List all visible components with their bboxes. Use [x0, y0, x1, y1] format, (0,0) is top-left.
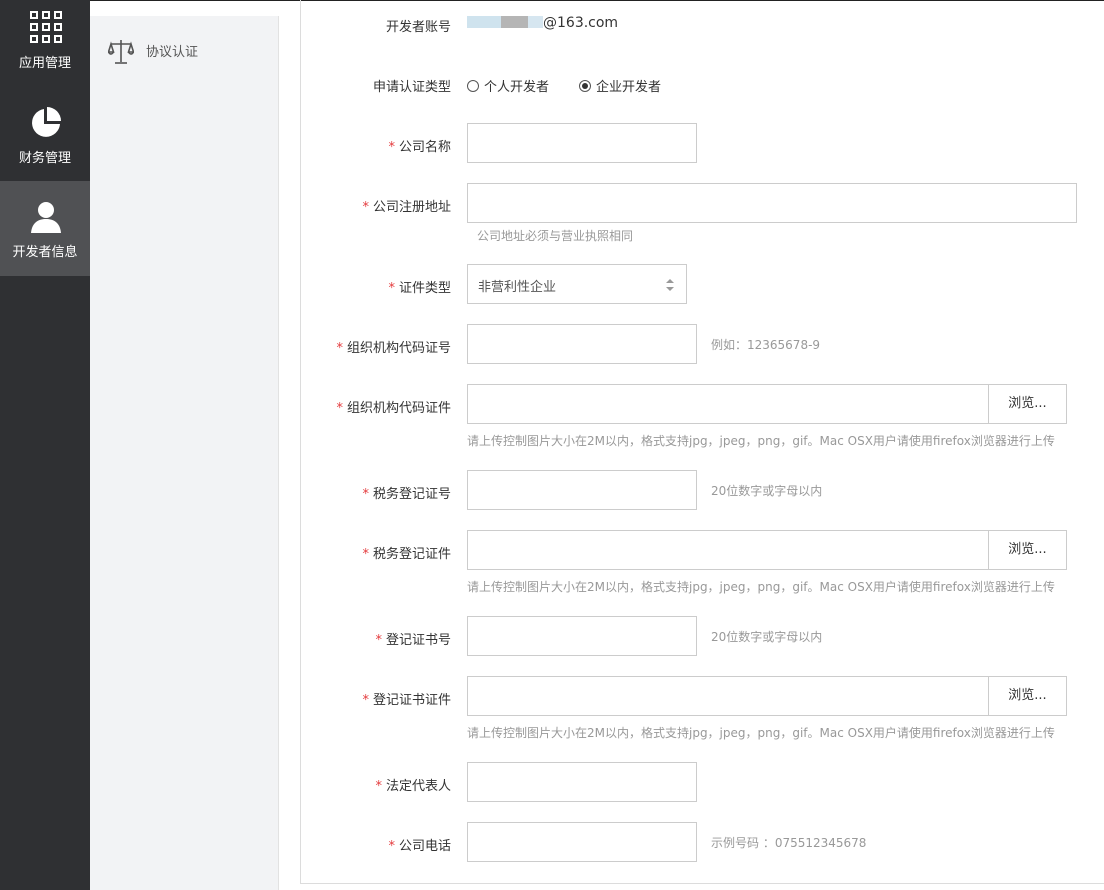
org-code-label: * 组织机构代码证号 [336, 341, 451, 356]
pie-chart-icon [32, 107, 61, 137]
radio-enterprise-developer[interactable]: 企业开发者 [579, 76, 661, 95]
tax-file-input[interactable] [467, 530, 989, 570]
subnav-item-label: 协议认证 [146, 45, 199, 60]
account-label: 开发者账号 [385, 20, 451, 35]
legal-rep-label: * 法定代表人 [375, 779, 451, 794]
grid-icon [30, 11, 62, 43]
doc-type-value: 非营利性企业 [478, 280, 557, 295]
reg-file-input[interactable] [467, 676, 989, 716]
reg-file-hint: 请上传控制图片大小在2M以内，格式支持jpg，jpeg，png，gif。Mac … [467, 726, 1055, 740]
account-value: @163.com [467, 15, 618, 31]
subnav-item-agreement[interactable]: 协议认证 [108, 36, 268, 66]
nav-item-app-management[interactable]: 应用管理 [0, 0, 90, 95]
org-code-file-input[interactable] [467, 384, 989, 424]
phone-label: * 公司电话 [388, 839, 451, 854]
company-address-label: * 公司注册地址 [362, 200, 451, 215]
masked-text [467, 16, 543, 28]
org-code-file-label: * 组织机构代码证件 [336, 401, 451, 416]
legal-rep-input[interactable] [467, 762, 697, 802]
cert-type-label: 申请认证类型 [372, 80, 451, 95]
radio-personal-developer[interactable]: 个人开发者 [467, 76, 549, 95]
tax-file-label: * 税务登记证件 [362, 547, 451, 562]
phone-input[interactable] [467, 822, 697, 862]
tax-file-hint: 请上传控制图片大小在2M以内，格式支持jpg，jpeg，png，gif。Mac … [467, 580, 1055, 594]
nav-item-label: 开发者信息 [12, 245, 78, 260]
radio-circle-checked [579, 80, 591, 92]
tax-no-input[interactable] [467, 470, 697, 510]
user-icon [31, 202, 61, 233]
nav-item-label: 财务管理 [18, 151, 71, 166]
phone-hint: 示例号码 ：075512345678 [711, 836, 867, 850]
reg-no-hint: 20位数字或字母以内 [711, 630, 823, 644]
doc-type-select[interactable]: 非营利性企业 [467, 264, 687, 304]
nav-item-label: 应用管理 [18, 56, 71, 71]
nav-item-finance[interactable]: 财务管理 [0, 95, 90, 190]
reg-no-label: * 登记证书号 [375, 633, 451, 648]
tax-browse-button[interactable]: 浏览... [988, 530, 1067, 570]
company-name-label: * 公司名称 [388, 140, 451, 155]
company-name-input[interactable] [467, 123, 697, 163]
org-code-file-hint: 请上传控制图片大小在2M以内，格式支持jpg，jpeg，png，gif。Mac … [467, 434, 1055, 448]
nav-item-developer-info[interactable]: 开发者信息 [0, 181, 90, 276]
sub-sidebar: 协议认证 [90, 16, 279, 890]
reg-no-input[interactable] [467, 616, 697, 656]
form-panel: 开发者账号 @163.com 申请认证类型 个人开发者 企业开发者 * 公司名称 … [300, 0, 1104, 884]
org-code-browse-button[interactable]: 浏览... [988, 384, 1067, 424]
tax-no-hint: 20位数字或字母以内 [711, 484, 823, 498]
company-address-hint: 公司地址必须与营业执照相同 [477, 229, 634, 243]
tax-no-label: * 税务登记证号 [362, 487, 451, 502]
radio-circle [467, 80, 479, 92]
scale-icon [108, 40, 134, 64]
reg-file-label: * 登记证书证件 [362, 693, 451, 708]
reg-browse-button[interactable]: 浏览... [988, 676, 1067, 716]
doc-type-label: * 证件类型 [388, 281, 451, 296]
select-caret-icon [666, 279, 674, 291]
main-nav: 应用管理 财务管理 开发者信息 [0, 0, 90, 890]
company-address-input[interactable] [467, 183, 1077, 223]
org-code-input[interactable] [467, 324, 697, 364]
org-code-hint: 例如：12365678-9 [711, 338, 821, 352]
